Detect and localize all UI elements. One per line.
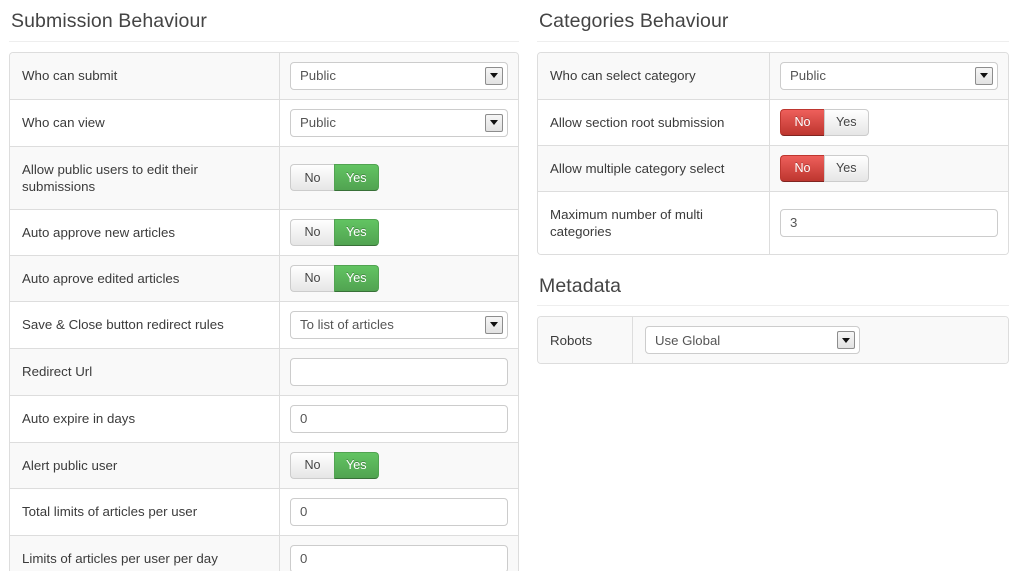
- select-value-save-and-close-button-redirect-rules: To list of articles: [300, 317, 394, 332]
- toggle-option-no-allow-public-users-to-edit-their-submissions[interactable]: No: [290, 164, 334, 191]
- setting-label-auto-expire-in-days: Auto expire in days: [10, 395, 280, 442]
- page-title-metadata: Metadata: [539, 274, 622, 297]
- chevron-down-icon[interactable]: [975, 66, 993, 85]
- setting-field-alert-public-user: No Yes: [280, 443, 518, 488]
- setting-field-who-can-submit: Public: [280, 53, 518, 99]
- setting-field-allow-section-root-submission: No Yes: [770, 100, 1008, 145]
- setting-label-auto-aprove-edited-articles: Auto aprove edited articles: [10, 255, 280, 301]
- setting-label-who-can-submit: Who can submit: [10, 52, 280, 99]
- setting-label-who-can-view: Who can view: [10, 99, 280, 146]
- categories-settings-table: Who can select category Public Allow secti…: [537, 51, 1009, 255]
- table-row: Redirect Url: [10, 347, 518, 395]
- section-divider-metadata: [537, 305, 1009, 306]
- toggle-option-yes-alert-public-user[interactable]: Yes: [334, 451, 379, 479]
- page-title-submission-behaviour: Submission Behaviour: [11, 10, 208, 32]
- toggle-alert-public-user: No Yes: [290, 451, 379, 479]
- table-row: Allow multiple category select No Yes: [538, 144, 1008, 191]
- toggle-option-yes-allow-multiple-category-select[interactable]: Yes: [824, 154, 869, 182]
- toggle-option-yes-auto-approve-new-articles[interactable]: Yes: [334, 218, 379, 246]
- input-maximum-number-of-multi-categories[interactable]: 3: [780, 208, 998, 237]
- chevron-down-icon[interactable]: [485, 315, 503, 334]
- select-robots[interactable]: Use Global: [645, 326, 860, 354]
- setting-label-maximum-number-of-multi-categories: Maximum number of multi categories: [538, 191, 770, 254]
- setting-label-total-limits-of-articles-per-user: Total limits of articles per user: [10, 488, 280, 535]
- setting-label-allow-multiple-category-select: Allow multiple category select: [538, 145, 770, 191]
- toggle-option-no-auto-approve-new-articles[interactable]: No: [290, 218, 334, 246]
- settings-page: Submission Behaviour Who can submit Publi…: [0, 0, 1018, 571]
- table-row: Auto expire in days 0: [10, 394, 518, 442]
- select-save-and-close-button-redirect-rules[interactable]: To list of articles: [290, 310, 508, 339]
- toggle-allow-section-root-submission: No Yes: [780, 108, 869, 136]
- setting-label-alert-public-user: Alert public user: [10, 442, 280, 488]
- table-row: Who can view Public: [10, 98, 518, 146]
- select-who-can-select-category[interactable]: Public: [780, 61, 998, 90]
- table-row: Auto approve new articles No Yes: [10, 208, 518, 255]
- input-total-limits-of-articles-per-user[interactable]: 0: [290, 497, 508, 526]
- table-row: Maximum number of multi categories 3: [538, 190, 1008, 254]
- table-row: Alert public user No Yes: [10, 441, 518, 488]
- setting-field-limits-of-articles-per-user-per-day: 0: [280, 536, 518, 571]
- select-value-who-can-view: Public: [300, 115, 336, 130]
- setting-field-allow-multiple-category-select: No Yes: [770, 146, 1008, 191]
- setting-label-allow-section-root-submission: Allow section root submission: [538, 99, 770, 145]
- setting-field-save-and-close-button-redirect-rules: To list of articles: [280, 302, 518, 348]
- toggle-auto-aprove-edited-articles: No Yes: [290, 264, 379, 292]
- setting-label-redirect-url: Redirect Url: [10, 348, 280, 395]
- select-who-can-submit[interactable]: Public: [290, 61, 508, 90]
- select-who-can-view[interactable]: Public: [290, 108, 508, 137]
- metadata-settings-table: Robots Use Global: [537, 316, 1009, 364]
- input-auto-expire-in-days[interactable]: 0: [290, 404, 508, 433]
- toggle-option-no-allow-multiple-category-select[interactable]: No: [780, 154, 824, 182]
- table-row: Who can submit Public: [10, 52, 518, 99]
- setting-field-auto-approve-new-articles: No Yes: [280, 210, 518, 255]
- toggle-allow-multiple-category-select: No Yes: [780, 154, 869, 182]
- setting-field-who-can-select-category: Public: [770, 53, 1008, 99]
- input-redirect-url[interactable]: [290, 357, 508, 386]
- select-value-who-can-select-category: Public: [790, 68, 826, 83]
- toggle-option-no-alert-public-user[interactable]: No: [290, 451, 334, 479]
- toggle-option-yes-allow-section-root-submission[interactable]: Yes: [824, 108, 869, 136]
- toggle-option-no-auto-aprove-edited-articles[interactable]: No: [290, 264, 334, 292]
- table-row: Who can select category Public: [538, 52, 1008, 99]
- setting-field-total-limits-of-articles-per-user: 0: [280, 489, 518, 535]
- table-row: Allow section root submission No Yes: [538, 98, 1008, 145]
- toggle-option-yes-auto-aprove-edited-articles[interactable]: Yes: [334, 264, 379, 292]
- section-divider-categories: [537, 40, 1009, 42]
- setting-label-auto-approve-new-articles: Auto approve new articles: [10, 209, 280, 255]
- table-row: Total limits of articles per user 0: [10, 487, 518, 535]
- setting-label-who-can-select-category: Who can select category: [538, 52, 770, 99]
- input-limits-of-articles-per-user-per-day[interactable]: 0: [290, 544, 508, 571]
- setting-field-allow-public-users-to-edit-their-submissions: No Yes: [280, 147, 518, 209]
- setting-label-save-and-close-button-redirect-rules: Save & Close button redirect rules: [10, 301, 280, 348]
- submission-behaviour-column: Submission Behaviour Who can submit Publi…: [9, 0, 519, 571]
- toggle-option-yes-allow-public-users-to-edit-their-submissions[interactable]: Yes: [334, 164, 379, 191]
- setting-field-who-can-view: Public: [280, 100, 518, 146]
- setting-label-allow-public-users-to-edit-their-submissions: Allow public users to edit their submiss…: [10, 146, 280, 209]
- toggle-auto-approve-new-articles: No Yes: [290, 218, 379, 246]
- table-row: Allow public users to edit their submiss…: [10, 145, 518, 209]
- setting-field-robots: Use Global: [633, 317, 1008, 363]
- chevron-down-icon[interactable]: [837, 331, 855, 349]
- section-divider-submission: [9, 40, 519, 42]
- table-row: Auto aprove edited articles No Yes: [10, 254, 518, 301]
- toggle-option-no-allow-section-root-submission[interactable]: No: [780, 108, 824, 136]
- table-row: Limits of articles per user per day 0: [10, 534, 518, 571]
- page-title-categories-behaviour: Categories Behaviour: [539, 10, 729, 32]
- setting-label-limits-of-articles-per-user-per-day: Limits of articles per user per day: [10, 535, 280, 571]
- table-row: Save & Close button redirect rules To lis…: [10, 300, 518, 348]
- categories-metadata-column: Categories Behaviour Who can select cate…: [537, 0, 1009, 364]
- setting-field-auto-aprove-edited-articles: No Yes: [280, 256, 518, 301]
- select-value-robots: Use Global: [655, 332, 721, 348]
- setting-field-auto-expire-in-days: 0: [280, 396, 518, 442]
- submission-settings-table: Who can submit Public Who can view Public Al…: [9, 51, 519, 571]
- table-row: Robots Use Global: [538, 317, 1008, 363]
- select-value-who-can-submit: Public: [300, 68, 336, 83]
- setting-field-redirect-url: [280, 349, 518, 395]
- setting-label-robots: Robots: [538, 317, 633, 363]
- chevron-down-icon[interactable]: [485, 66, 503, 85]
- setting-field-maximum-number-of-multi-categories: 3: [770, 192, 1008, 254]
- toggle-allow-public-users-to-edit-their-submissions: No Yes: [290, 164, 379, 191]
- chevron-down-icon[interactable]: [485, 113, 503, 132]
